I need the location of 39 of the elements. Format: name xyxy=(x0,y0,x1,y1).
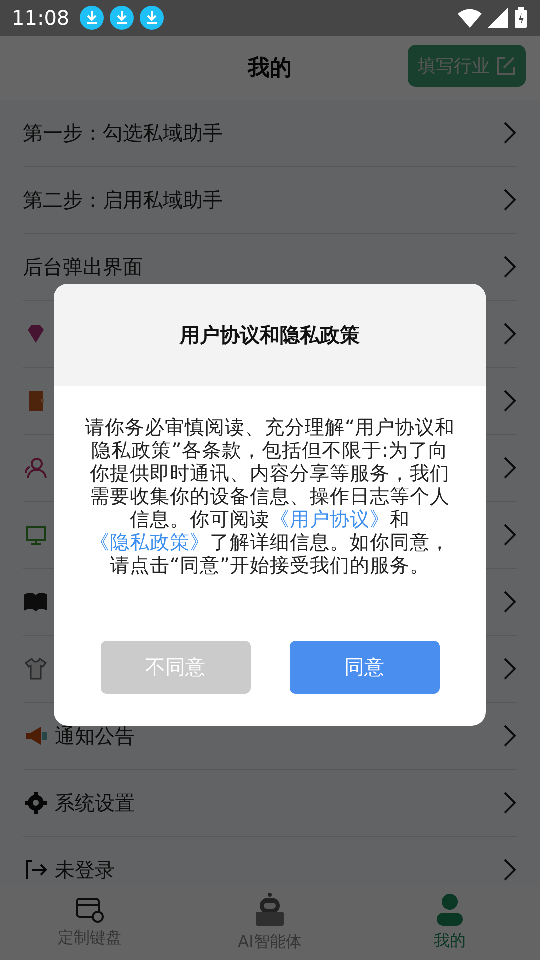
chevron-right-icon xyxy=(503,590,517,614)
dialog-message: 请你务必审慎阅读、充分理解“用户协议和隐私政策”各条款，包括但不限于:为了向你提供即时通讯、内容分享等服务，我们需要收集你的设备信息、操作日志等个人信息。你可阅读《用户协议》和 《隐私政策》了解详细信息。如你同意，请点击“同意”开始接受我们的服务。 xyxy=(84,416,456,577)
menu-item[interactable]: 未登录 xyxy=(55,856,497,884)
chevron-right-icon xyxy=(503,389,517,413)
chevron-right-icon xyxy=(503,255,517,279)
agree-button[interactable]: 同意 xyxy=(290,641,440,694)
wifi-icon xyxy=(458,8,482,28)
shirt-icon xyxy=(23,656,49,682)
robot-icon xyxy=(253,892,287,928)
user-icon xyxy=(435,893,465,927)
gear-icon xyxy=(23,790,49,816)
chevron-right-icon xyxy=(503,724,517,748)
menu-item[interactable]: 后台弹出界面 xyxy=(23,254,497,280)
chevron-right-icon xyxy=(503,121,517,145)
chevron-right-icon xyxy=(503,791,517,815)
policy-link[interactable]: 《用户协议》 xyxy=(270,508,390,531)
menu-item[interactable]: 通知公告 xyxy=(55,722,497,750)
menu-item[interactable]: 系统设置 xyxy=(55,790,497,816)
chevron-right-icon xyxy=(503,523,517,547)
keyboard-settings-icon xyxy=(75,896,105,924)
menu-item[interactable]: 第一步：勾选私域助手 xyxy=(23,120,497,146)
download-icon xyxy=(80,6,104,30)
dialog-title: 用户协议和隐私政策 xyxy=(54,284,486,386)
signal-icon xyxy=(488,8,508,28)
battery-icon xyxy=(514,7,528,29)
chevron-right-icon xyxy=(503,657,517,681)
nav-tab[interactable]: 我的 xyxy=(360,885,540,960)
download-icon xyxy=(140,6,164,30)
menu-item[interactable]: 第二步：启用私域助手 xyxy=(23,186,497,214)
page-title: 我的 xyxy=(248,55,292,83)
people-icon xyxy=(23,455,49,481)
policy-link[interactable]: 《隐私政策》 xyxy=(90,531,210,554)
chevron-right-icon xyxy=(503,322,517,346)
chevron-right-icon xyxy=(503,858,517,882)
chevron-right-icon xyxy=(503,188,517,212)
status-time: 11:08 xyxy=(12,6,70,30)
download-icon xyxy=(110,6,134,30)
edit-icon xyxy=(496,56,516,76)
chevron-right-icon xyxy=(503,456,517,480)
